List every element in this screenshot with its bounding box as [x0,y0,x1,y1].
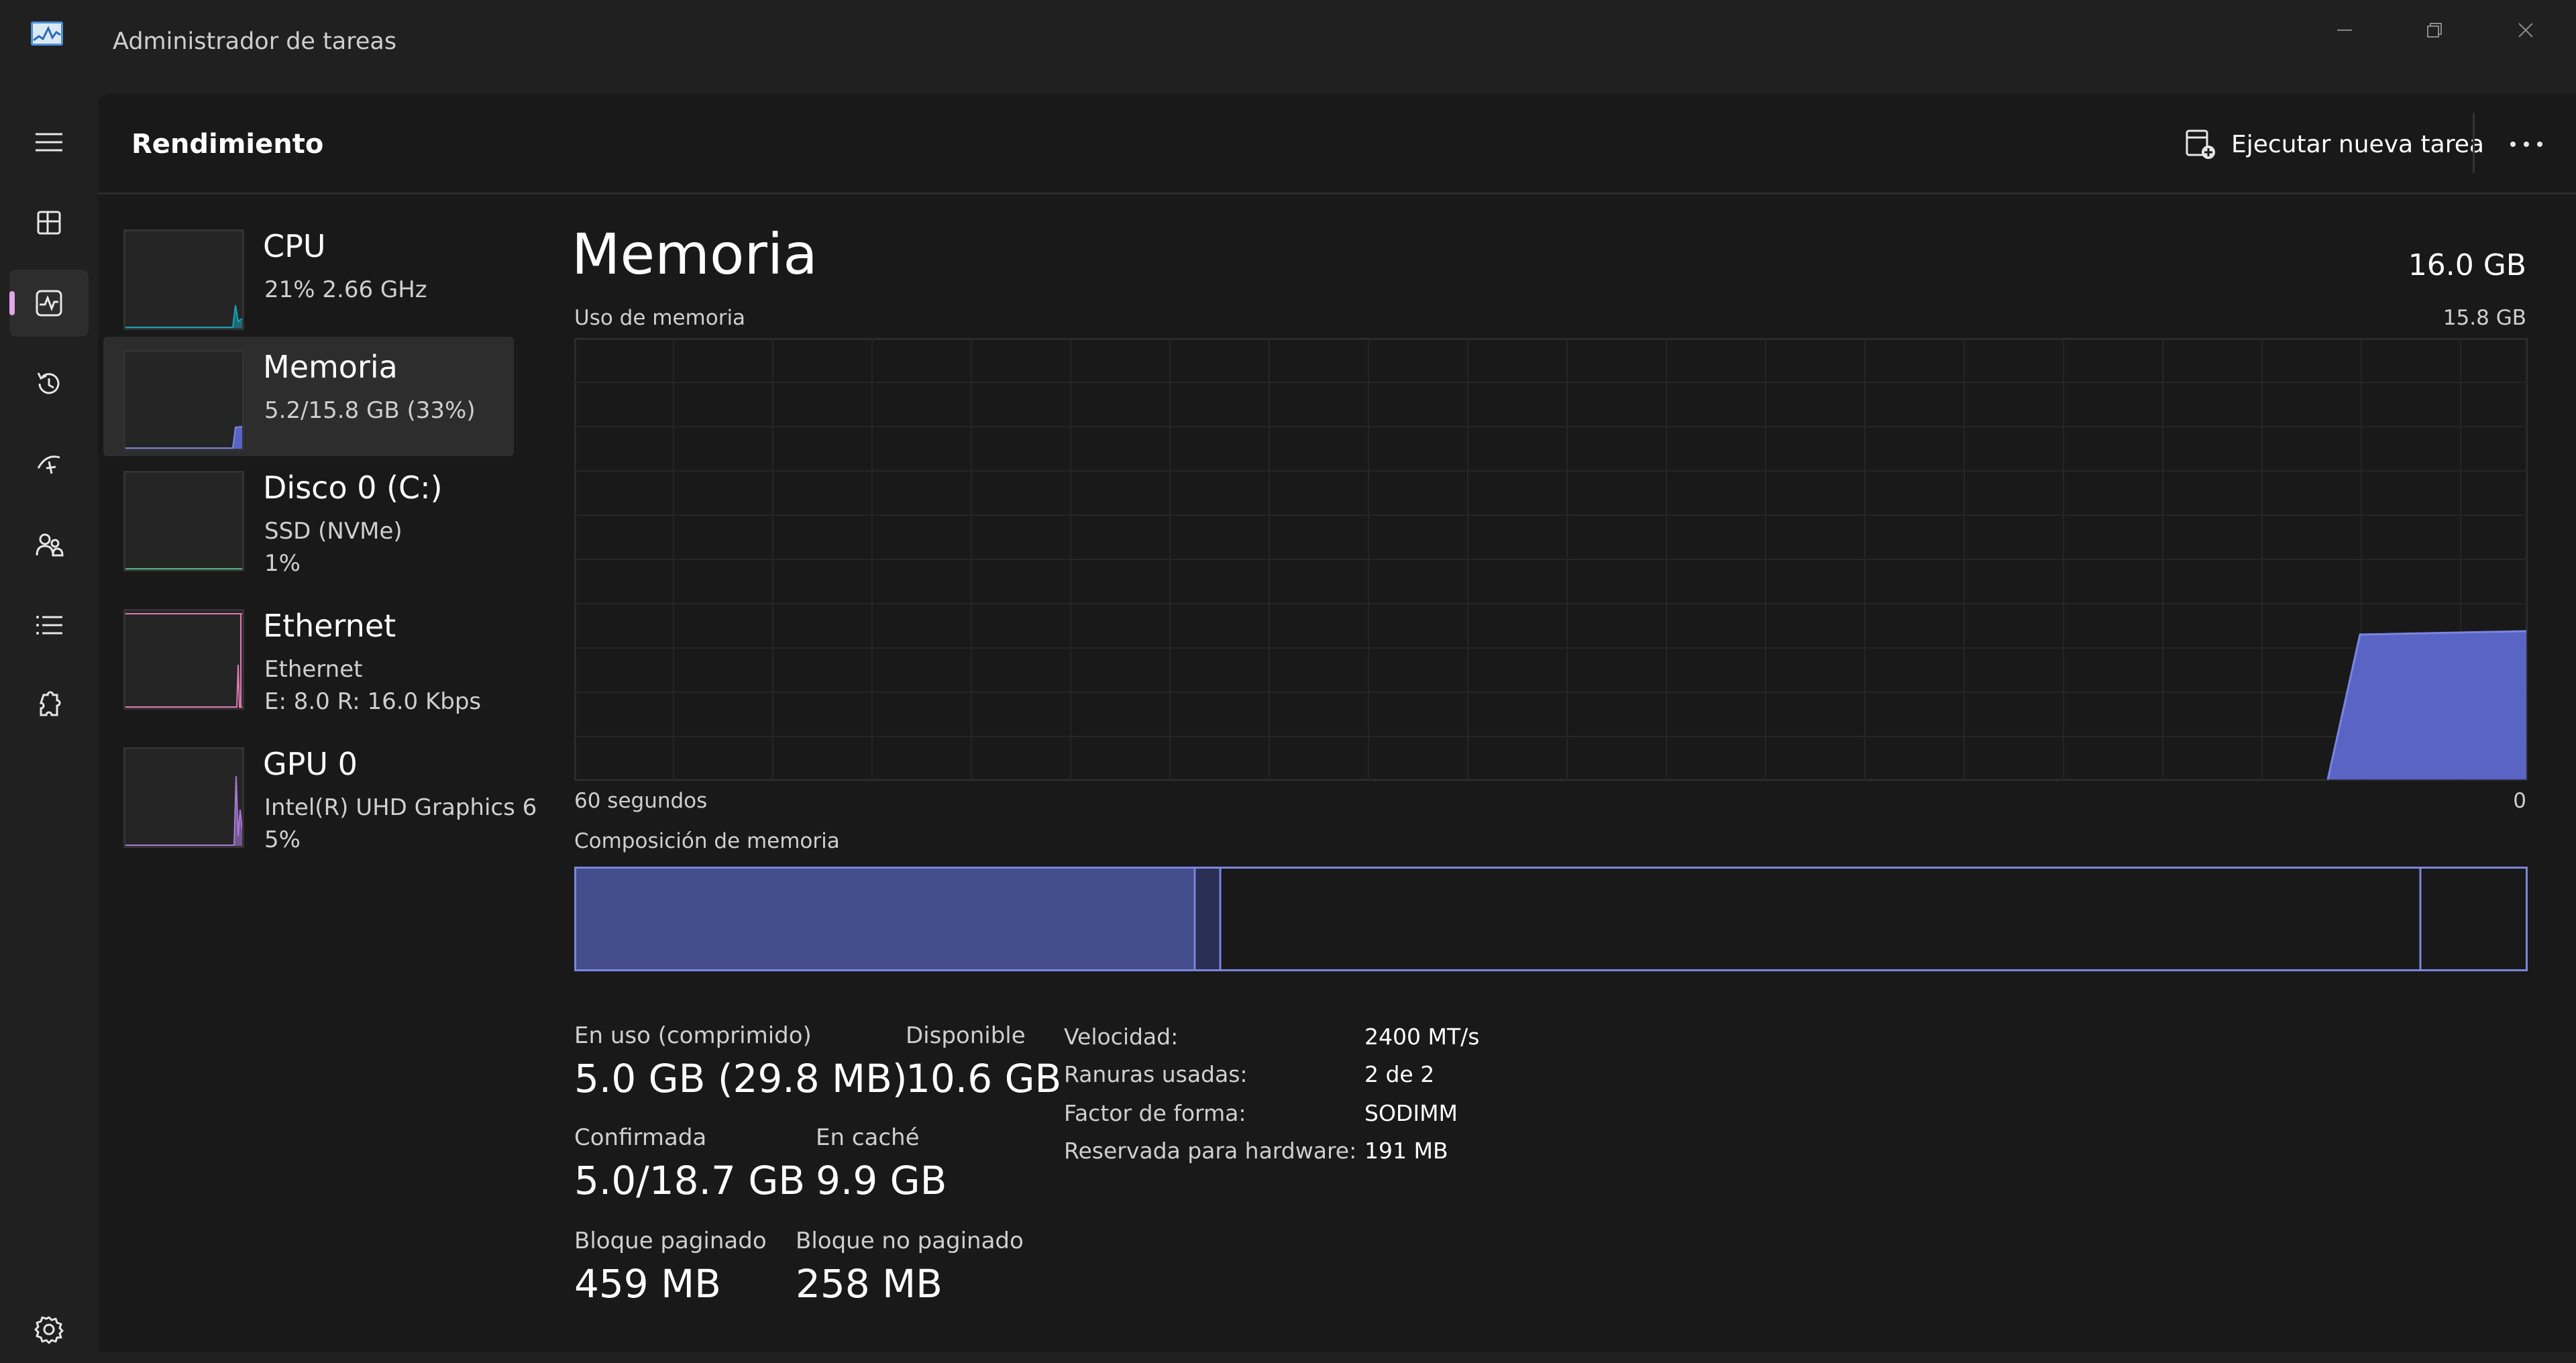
device-detail: Intel(R) UHD Graphics 6 [264,794,537,821]
run-new-task-label: Ejecutar nueva tarea [2231,130,2484,158]
device-memory[interactable]: Memoria 5.2/15.8 GB (33%) [103,337,514,456]
device-name: GPU 0 [263,746,358,782]
device-disk[interactable]: Disco 0 (C:) SSD (NVMe) 1% [103,457,514,577]
device-gpu[interactable]: GPU 0 Intel(R) UHD Graphics 6 5% [103,734,537,853]
nav-menu-button[interactable] [9,109,89,176]
navigation-rail [0,94,98,1352]
services-icon [39,691,61,716]
device-name: Disco 0 (C:) [263,470,443,506]
minimize-icon [2337,30,2352,31]
users-icon [36,533,64,557]
nav-services-button[interactable] [9,672,89,739]
memory-thumbnail [123,350,244,451]
close-button[interactable] [2482,7,2569,54]
performance-icon [36,290,62,317]
device-name: Memoria [263,349,398,385]
device-detail: 5.2/15.8 GB (33%) [264,397,476,424]
device-detail: SSD (NVMe) [264,518,402,545]
cpu-thumbnail [123,229,244,330]
title-bar: Administrador de tareas [0,0,2576,94]
nav-startup-apps-button[interactable] [9,431,89,498]
device-detail: Ethernet [264,656,363,683]
settings-icon [34,1316,64,1344]
device-detail-2: E: 8.0 R: 16.0 Kbps [264,688,482,715]
device-name: Ethernet [263,608,396,644]
device-detail-2: 1% [264,550,301,577]
cpu-sparkline [125,305,242,328]
device-detail-2: 5% [264,826,301,853]
details-icon [36,616,62,635]
content-area: Rendimiento Ejecutar nueva tarea CPU 21%… [98,94,2576,1352]
disk-sparkline [125,568,242,569]
device-cpu[interactable]: CPU 21% 2.66 GHz [103,216,514,335]
window-title: Administrador de tareas [113,28,397,55]
ethernet-sparkline [125,613,242,708]
more-options-icon [2510,142,2542,147]
nav-settings-button[interactable] [9,1296,89,1363]
nav-performance-button[interactable] [9,270,89,337]
restore-icon [2427,23,2442,38]
close-icon [2518,23,2533,38]
nav-details-button[interactable] [9,592,89,659]
more-options-button[interactable] [2493,117,2560,171]
page-title: Rendimiento [131,129,324,160]
disk-thumbnail [123,471,244,571]
task-manager-app-icon [30,20,64,47]
app-history-icon [37,372,60,394]
menu-icon [36,133,62,152]
run-task-icon [2186,129,2215,159]
device-ethernet[interactable]: Ethernet Ethernet E: 8.0 R: 16.0 Kbps [103,596,514,715]
ethernet-thumbnail [123,609,244,710]
restore-button[interactable] [2391,7,2478,54]
gpu-sparkline [125,775,242,846]
nav-processes-button[interactable] [9,189,89,256]
page-header: Rendimiento Ejecutar nueva tarea [98,94,2576,195]
processes-icon [37,211,61,235]
device-detail: 21% 2.66 GHz [264,276,427,303]
nav-users-button[interactable] [9,511,89,578]
startup-apps-icon [37,455,60,474]
run-new-task-button[interactable]: Ejecutar nueva tarea [2171,121,2498,168]
header-divider [2473,113,2475,173]
device-name: CPU [263,228,326,264]
minimize-button[interactable] [2301,7,2388,54]
gpu-thumbnail [123,747,244,848]
memory-sparkline [125,426,242,449]
nav-app-history-button[interactable] [9,350,89,417]
